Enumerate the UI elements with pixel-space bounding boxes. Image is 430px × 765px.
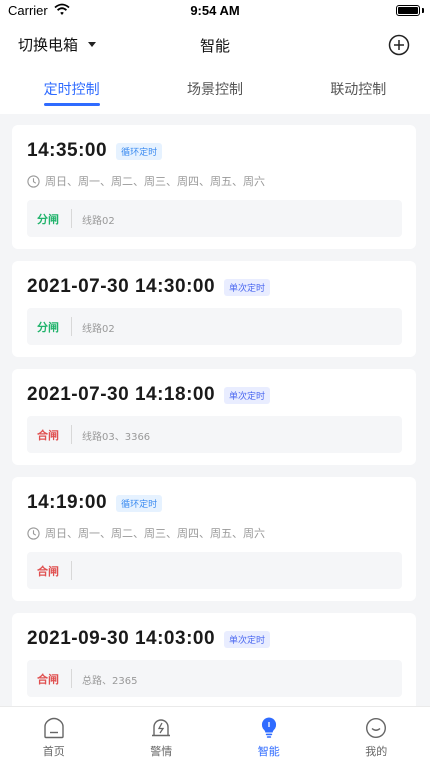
schedule-type-badge: 单次定时 xyxy=(224,386,271,404)
schedule-header: 2021-09-30 14:03:00 单次定时 xyxy=(27,627,271,651)
tabbar-label: 首页 xyxy=(42,745,65,758)
nav-bar: 切换电箱 智能 xyxy=(0,28,430,62)
action-label: 合闸 xyxy=(37,565,59,578)
switch-box-dropdown[interactable]: 切换电箱 xyxy=(18,34,97,55)
tab-scene-control[interactable]: 场景控制 xyxy=(143,72,286,112)
tab-label: 定时控制 xyxy=(43,82,100,98)
schedule-type-badge: 单次定时 xyxy=(224,630,271,648)
schedule-time: 2021-07-30 14:18:00 xyxy=(27,384,216,405)
line-list: 线路02 xyxy=(82,324,115,335)
schedule-card[interactable]: 2021-07-30 14:30:00 单次定时 分闸 线路02 xyxy=(12,261,416,357)
repeat-days-text: 周日、周一、周二、周三、周四、周五、周六 xyxy=(45,175,265,188)
action-row: 分闸 线路02 xyxy=(27,308,402,345)
line-list: 总路、2365 xyxy=(82,676,138,687)
action-label: 合闸 xyxy=(37,429,59,442)
divider xyxy=(71,317,72,336)
schedule-card[interactable]: 2021-09-30 14:03:00 单次定时 合闸 总路、2365 xyxy=(12,613,416,707)
schedule-header: 2021-07-30 14:18:00 单次定时 xyxy=(27,383,271,407)
schedule-card[interactable]: 14:35:00 循环定时 周日、周一、周二、周三、周四、周五、周六 分闸 线路… xyxy=(12,125,416,249)
divider xyxy=(71,209,72,228)
switch-box-label: 切换电箱 xyxy=(18,36,79,54)
action-row: 合闸 线路03、3366 xyxy=(27,416,402,453)
line-list: 线路02 xyxy=(82,216,115,227)
status-time: 9:54 AM xyxy=(190,3,240,18)
profile-icon xyxy=(366,717,387,739)
tabbar-label: 我的 xyxy=(365,745,388,758)
battery-tip xyxy=(422,8,424,13)
repeat-days: 周日、周一、周二、周三、周四、周五、周六 xyxy=(27,525,265,541)
schedule-header: 14:19:00 循环定时 xyxy=(27,491,163,515)
tab-timer-control[interactable]: 定时控制 xyxy=(0,72,143,112)
clock-icon xyxy=(27,174,40,188)
plus-circle-icon[interactable] xyxy=(388,34,410,56)
divider xyxy=(71,669,72,688)
tab-linkage-control[interactable]: 联动控制 xyxy=(287,72,430,112)
tabbar-item-home[interactable]: 首页 xyxy=(0,707,108,765)
schedule-type-badge: 循环定时 xyxy=(116,494,163,512)
active-tab-indicator xyxy=(43,103,100,106)
action-row: 分闸 线路02 xyxy=(27,200,402,237)
repeat-days-text: 周日、周一、周二、周三、周四、周五、周六 xyxy=(45,527,265,540)
schedule-list[interactable]: 14:35:00 循环定时 周日、周一、周二、周三、周四、周五、周六 分闸 线路… xyxy=(12,125,416,707)
clock-icon xyxy=(27,526,40,540)
tabbar-item-smart[interactable]: 智能 xyxy=(215,707,323,765)
tab-label: 场景控制 xyxy=(186,82,243,98)
tabbar-label: 警情 xyxy=(150,745,173,758)
caret-down-icon xyxy=(88,42,97,47)
action-row: 合闸 xyxy=(27,552,402,589)
battery-icon xyxy=(396,5,420,16)
divider xyxy=(71,425,72,444)
tabbar-label: 智能 xyxy=(257,745,280,758)
status-bar: Carrier 9:54 AM xyxy=(0,0,430,22)
tab-label: 联动控制 xyxy=(330,82,387,98)
schedule-type-badge: 循环定时 xyxy=(116,142,163,160)
alarm-icon xyxy=(152,719,171,737)
action-label: 分闸 xyxy=(37,321,59,334)
schedule-card[interactable]: 2021-07-30 14:18:00 单次定时 合闸 线路03、3366 xyxy=(12,369,416,465)
home-icon xyxy=(44,717,64,739)
schedule-time: 14:35:00 xyxy=(27,140,108,161)
tabbar-item-alarm[interactable]: 警情 xyxy=(108,707,216,765)
action-row: 合闸 总路、2365 xyxy=(27,660,402,697)
bulb-icon xyxy=(261,717,276,738)
top-header: Carrier 9:54 AM 切换电箱 智能 定时控制 场景控制 联动控制 xyxy=(0,0,430,114)
schedule-header: 14:35:00 循环定时 xyxy=(27,139,163,163)
tabbar-item-profile[interactable]: 我的 xyxy=(323,707,430,765)
schedule-time: 2021-07-30 14:30:00 xyxy=(27,276,216,297)
schedule-time: 14:19:00 xyxy=(27,492,108,513)
repeat-days: 周日、周一、周二、周三、周四、周五、周六 xyxy=(27,173,265,189)
schedule-header: 2021-07-30 14:30:00 单次定时 xyxy=(27,275,271,299)
schedule-time: 2021-09-30 14:03:00 xyxy=(27,628,216,649)
action-label: 合闸 xyxy=(37,673,59,686)
schedule-card[interactable]: 14:19:00 循环定时 周日、周一、周二、周三、周四、周五、周六 合闸 xyxy=(12,477,416,601)
control-tabs: 定时控制 场景控制 联动控制 xyxy=(0,72,430,112)
bottom-tab-bar: 首页 警情 智能 我的 xyxy=(0,706,430,765)
schedule-type-badge: 单次定时 xyxy=(224,278,271,296)
action-label: 分闸 xyxy=(37,213,59,226)
line-list: 线路03、3366 xyxy=(82,432,151,443)
divider xyxy=(71,561,72,580)
